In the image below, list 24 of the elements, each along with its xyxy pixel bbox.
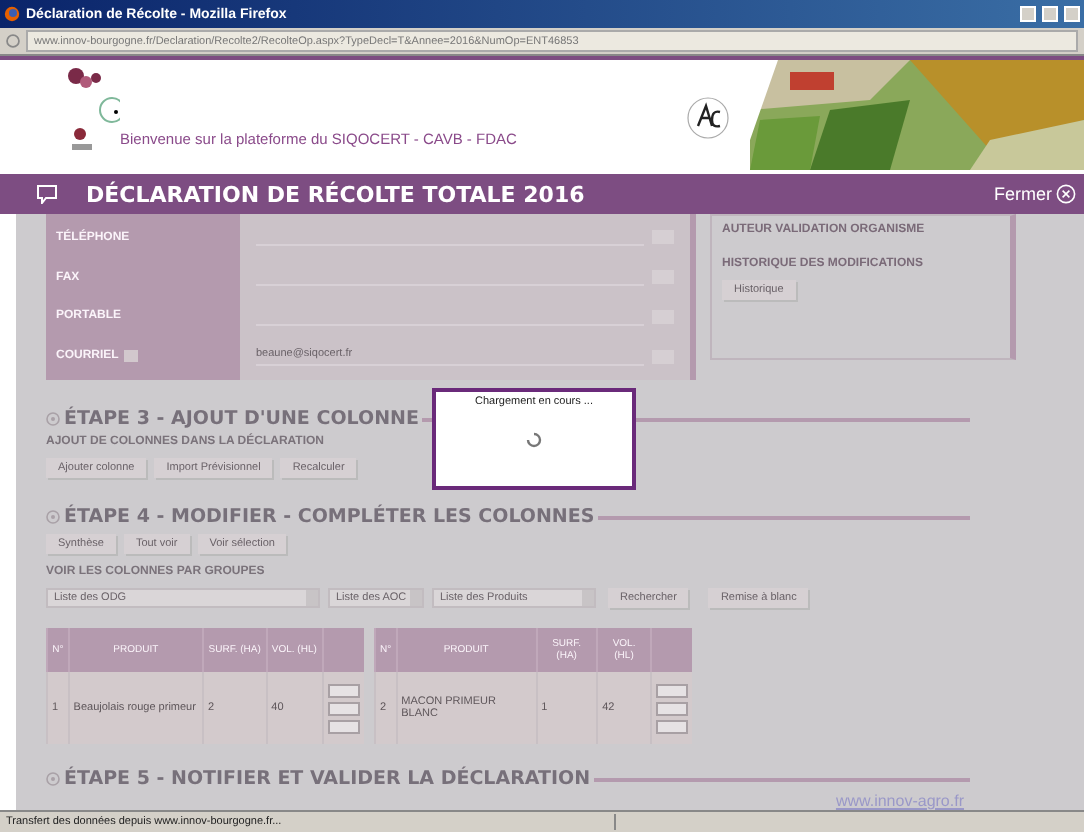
close-icon[interactable] [1056, 184, 1076, 204]
spinner-icon [526, 432, 542, 448]
row-button[interactable] [655, 719, 688, 733]
edit-button[interactable] [124, 350, 139, 363]
row-button[interactable] [327, 683, 360, 697]
browser-icon [4, 6, 20, 22]
info-icon[interactable] [6, 34, 20, 48]
row-button[interactable] [655, 683, 688, 697]
close-button[interactable] [1064, 6, 1080, 22]
row-button[interactable] [327, 701, 360, 715]
chat-icon [36, 184, 58, 204]
row-button[interactable] [655, 701, 688, 715]
step-icon [46, 510, 60, 524]
step-heading: ÉTAPE 3 - AJOUT D'UNE COLONNE [64, 408, 419, 430]
row-button[interactable] [327, 719, 360, 733]
step-heading: ÉTAPE 5 - NOTIFIER ET VALIDER LA DÉCLARATION [64, 768, 591, 790]
minimize-button[interactable] [1020, 6, 1036, 22]
step-icon [46, 412, 60, 426]
step-icon [46, 772, 60, 786]
step-heading: ÉTAPE 4 - MODIFIER - COMPLÉTER LES COLONNES [64, 506, 595, 528]
maximize-button[interactable] [1042, 6, 1058, 22]
seal-icon [686, 95, 730, 139]
page-title: DÉCLARATION DE RÉCOLTE TOTALE 2016 [86, 181, 587, 207]
close-link[interactable]: Fermer [994, 184, 1076, 204]
